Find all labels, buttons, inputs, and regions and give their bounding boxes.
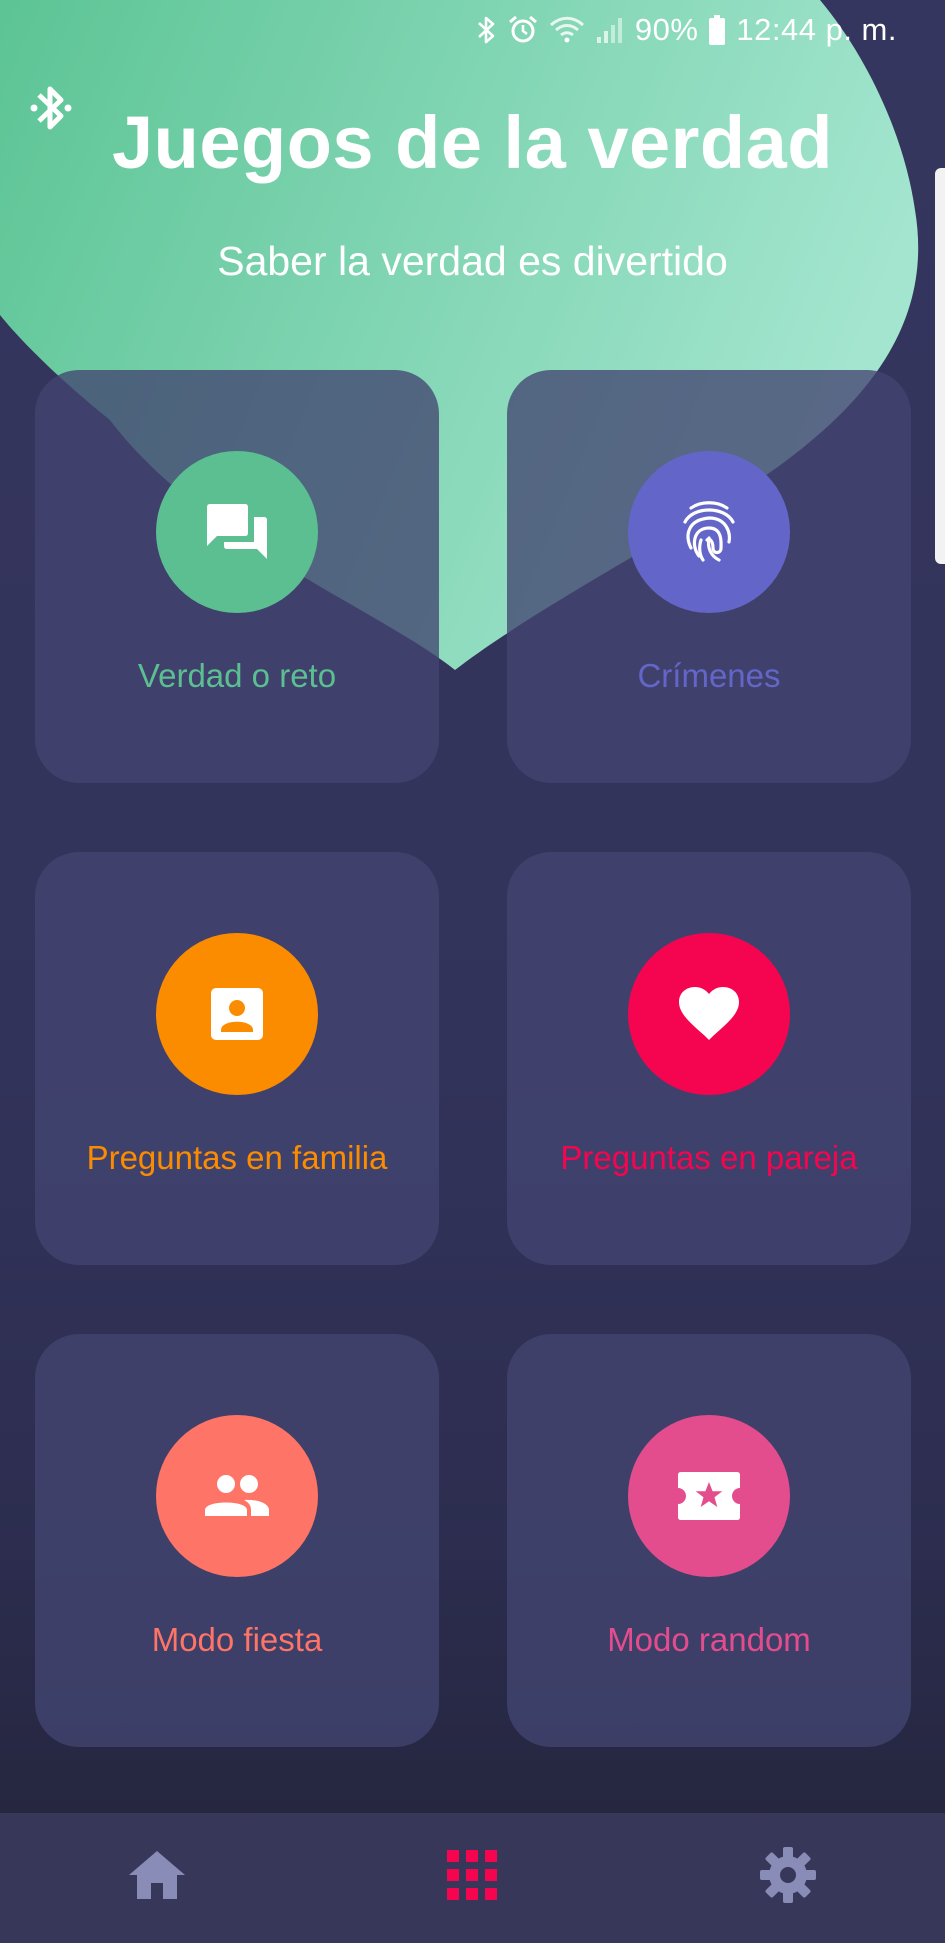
game-card-verdad-o-reto[interactable]: Verdad o reto <box>35 370 439 783</box>
chat-bubbles-icon <box>207 504 267 559</box>
gear-icon <box>760 1847 816 1903</box>
alarm-icon <box>508 15 537 43</box>
status-bar: 90% 12:44 p. m. <box>475 8 897 52</box>
ticket-star-icon <box>678 1472 740 1520</box>
contact-card-icon <box>211 988 263 1040</box>
game-label: Crímenes <box>637 657 781 694</box>
game-icon-circle <box>628 451 790 613</box>
nav-settings-button[interactable] <box>748 1835 828 1915</box>
heart-icon <box>679 987 739 1040</box>
nav-home-button[interactable] <box>117 1835 197 1915</box>
game-icon-circle <box>156 1415 318 1577</box>
game-label: Modo random <box>607 1621 811 1658</box>
game-label: Verdad o reto <box>137 657 337 694</box>
bluetooth-icon <box>477 16 495 44</box>
page-subtitle: Saber la verdad es divertido <box>217 238 728 284</box>
game-icon-circle <box>628 933 790 1095</box>
bottom-navigation <box>0 1813 945 1943</box>
clock: 12:44 p. m. <box>736 12 897 47</box>
game-label: Preguntas en familia <box>86 1139 388 1176</box>
fingerprint-icon <box>683 501 735 562</box>
battery-icon <box>709 15 726 45</box>
game-label: Modo fiesta <box>151 1621 323 1658</box>
game-icon-circle <box>156 451 318 613</box>
game-card-preguntas-en-pareja[interactable]: Preguntas en pareja <box>507 852 911 1265</box>
people-icon <box>205 1475 269 1516</box>
wifi-icon <box>549 16 584 43</box>
nav-games-button[interactable] <box>432 1835 512 1915</box>
game-label: Preguntas en pareja <box>560 1139 858 1176</box>
signal-icon <box>596 18 622 43</box>
game-card-modo-fiesta[interactable]: Modo fiesta <box>35 1334 439 1747</box>
home-icon <box>129 1851 185 1899</box>
game-card-crimenes[interactable]: Crímenes <box>507 370 911 783</box>
game-icon-circle <box>156 933 318 1095</box>
game-card-preguntas-en-familia[interactable]: Preguntas en familia <box>35 852 439 1265</box>
game-icon-circle <box>628 1415 790 1577</box>
app-screen: 90% 12:44 p. m. Juegos de la verdad Sabe… <box>0 0 945 1943</box>
grid-icon <box>447 1850 497 1900</box>
battery-percent: 90% <box>634 12 699 47</box>
page-title: Juegos de la verdad <box>112 101 833 184</box>
edge-panel-handle[interactable] <box>935 168 945 564</box>
game-card-modo-random[interactable]: Modo random <box>507 1334 911 1747</box>
